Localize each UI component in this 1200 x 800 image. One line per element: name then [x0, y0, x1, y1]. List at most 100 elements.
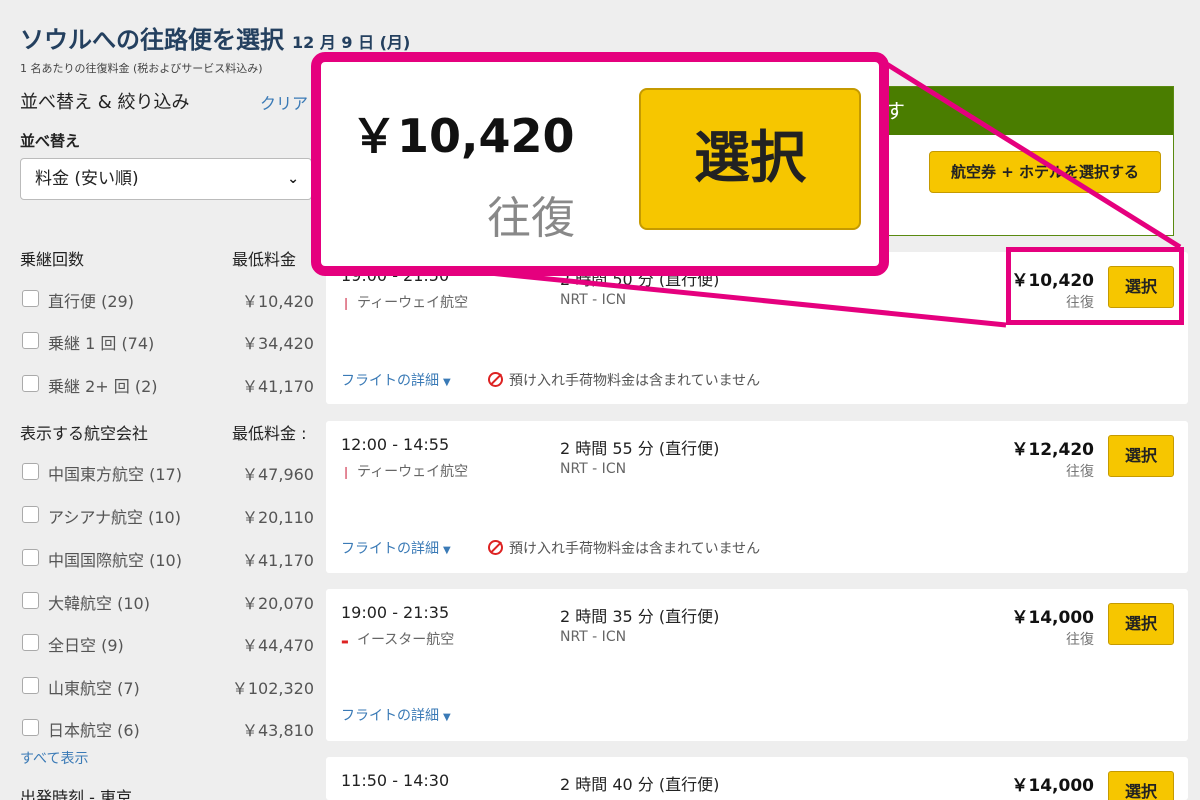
filter-stop-nonstop[interactable]: 直行便 (29) ￥10,420: [20, 286, 314, 312]
filter-airline[interactable]: 大韓航空 (10) ￥20,070: [20, 588, 314, 614]
baggage-note: 預け入れ手荷物料金は含まれていません: [488, 538, 760, 558]
checkbox[interactable]: [22, 677, 39, 694]
prohibited-icon: [488, 372, 503, 387]
filter-price: ￥41,170: [242, 377, 314, 396]
flight-details-label: フライトの詳細: [341, 708, 439, 724]
filter-label: 中国東方航空 (17): [48, 465, 182, 484]
filter-price: ￥10,420: [242, 292, 314, 311]
show-all-link[interactable]: すべて表示: [20, 748, 88, 768]
filter-stop-one[interactable]: 乗継 1 回 (74) ￥34,420: [20, 328, 314, 354]
baggage-text: 預け入れ手荷物料金は含まれていません: [509, 373, 761, 389]
flight-details-label: フライトの詳細: [341, 541, 439, 557]
filter-label: アシアナ航空 (10): [48, 508, 181, 527]
filter-price: ￥34,420: [242, 334, 314, 353]
airlines-price-heading: 最低料金 :: [232, 424, 307, 443]
trip-type: 往復: [1066, 632, 1094, 648]
sort-label: 並べ替え: [20, 132, 81, 150]
filter-price: ￥41,170: [242, 551, 314, 570]
flight-airline: ▬ イースター航空: [341, 629, 454, 649]
filter-price: ￥44,470: [242, 636, 314, 655]
filter-airline[interactable]: 全日空 (9) ￥44,470: [20, 630, 314, 656]
chevron-down-icon: ▼: [443, 377, 451, 388]
filter-price: ￥43,810: [242, 721, 314, 740]
tway-logo-icon: ❘: [341, 465, 352, 479]
flight-price: ￥14,000: [1011, 776, 1094, 796]
filter-label: 山東航空 (7): [48, 679, 140, 698]
flight-details-link[interactable]: フライトの詳細 ▼: [341, 370, 451, 390]
filter-label: 乗継 1 回 (74): [48, 334, 155, 353]
zoom-select-button: 選択: [639, 88, 861, 230]
flight-card: 19:00 - 21:35 ▬ イースター航空 2 時間 35 分 (直行便) N…: [326, 589, 1188, 741]
highlight-box: [1006, 247, 1184, 325]
flight-duration: 2 時間 35 分 (直行便): [560, 607, 720, 626]
tway-logo-icon: ❘: [341, 296, 352, 310]
flight-price: ￥14,000: [1011, 608, 1094, 628]
flight-airline: ❘ ティーウェイ航空: [341, 292, 468, 312]
filter-airline[interactable]: 中国東方航空 (17) ￥47,960: [20, 459, 314, 485]
flight-route: NRT - ICN: [560, 461, 627, 477]
filter-stop-two-plus[interactable]: 乗継 2+ 回 (2) ￥41,170: [20, 371, 314, 397]
checkbox[interactable]: [22, 463, 39, 480]
checkbox[interactable]: [22, 592, 39, 609]
checkbox[interactable]: [22, 549, 39, 566]
banner-bar: す: [861, 87, 1173, 135]
zoom-price: ￥10,420: [351, 109, 575, 163]
prohibited-icon: [488, 540, 503, 555]
sort-filter-heading: 並べ替え & 絞り込み: [20, 92, 190, 113]
baggage-note: 預け入れ手荷物料金は含まれていません: [488, 370, 760, 390]
zoom-callout: ￥10,420 往復 選択: [311, 52, 889, 276]
airline-name: ティーウェイ航空: [357, 295, 469, 311]
filter-label: 大韓航空 (10): [48, 594, 150, 613]
stops-heading: 乗継回数: [20, 250, 85, 269]
zoom-trip-type: 往復: [487, 193, 575, 244]
sort-select-value: 料金 (安い順): [35, 169, 139, 189]
flight-duration: 2 時間 40 分 (直行便): [560, 775, 720, 794]
page-title: ソウルへの往路便を選択 12 月 9 日 (月): [20, 20, 410, 55]
checkbox[interactable]: [22, 719, 39, 736]
filter-price: ￥20,110: [242, 508, 314, 527]
flight-card: 12:00 - 14:55 ❘ ティーウェイ航空 2 時間 55 分 (直行便) …: [326, 421, 1188, 573]
departure-heading: 出発時刻 - 東京: [20, 788, 132, 800]
checkbox[interactable]: [22, 332, 39, 349]
filter-airline[interactable]: 中国国際航空 (10) ￥41,170: [20, 545, 314, 571]
airlines-heading: 表示する航空会社: [20, 424, 149, 443]
checkbox[interactable]: [22, 506, 39, 523]
checkbox[interactable]: [22, 634, 39, 651]
eastar-logo-icon: ▬: [341, 637, 349, 646]
flight-time: 19:00 - 21:35: [341, 603, 450, 622]
stops-price-heading: 最低料金: [232, 250, 297, 269]
flight-details-link[interactable]: フライトの詳細 ▼: [341, 538, 451, 558]
sort-select[interactable]: 料金 (安い順) ⌄: [20, 158, 312, 200]
price-note: 1 名あたりの往復料金 (税およびサービス料込み): [20, 62, 263, 75]
flight-hotel-button[interactable]: 航空券 + ホテルを選択する: [929, 151, 1161, 193]
flight-route: NRT - ICN: [560, 629, 627, 645]
flight-card: 11:50 - 14:30 2 時間 40 分 (直行便) ￥14,000 選択: [326, 757, 1188, 800]
filter-price: ￥102,320: [231, 679, 314, 698]
airline-name: イースター航空: [357, 632, 455, 648]
chevron-down-icon: ▼: [443, 712, 451, 723]
select-button[interactable]: 選択: [1108, 771, 1174, 800]
filter-airline[interactable]: 日本航空 (6) ￥43,810: [20, 715, 314, 741]
flight-details-link[interactable]: フライトの詳細 ▼: [341, 705, 451, 725]
checkbox[interactable]: [22, 375, 39, 392]
flight-details-label: フライトの詳細: [341, 373, 439, 389]
filter-price: ￥47,960: [242, 465, 314, 484]
filter-airline[interactable]: 山東航空 (7) ￥102,320: [20, 673, 314, 699]
filter-label: 乗継 2+ 回 (2): [48, 377, 158, 396]
flight-duration: 2 時間 55 分 (直行便): [560, 439, 720, 458]
baggage-text: 預け入れ手荷物料金は含まれていません: [509, 541, 761, 557]
flight-time: 12:00 - 14:55: [341, 435, 450, 454]
filter-label: 直行便 (29): [48, 292, 134, 311]
filter-label: 全日空 (9): [48, 636, 124, 655]
filter-label: 日本航空 (6): [48, 721, 140, 740]
select-button[interactable]: 選択: [1108, 435, 1174, 477]
chevron-down-icon: ⌄: [287, 171, 299, 187]
flight-price: ￥12,420: [1011, 440, 1094, 460]
checkbox[interactable]: [22, 290, 39, 307]
filter-airline[interactable]: アシアナ航空 (10) ￥20,110: [20, 502, 314, 528]
clear-link[interactable]: クリア: [260, 90, 308, 114]
trip-type: 往復: [1066, 464, 1094, 480]
flight-time: 11:50 - 14:30: [341, 771, 450, 790]
package-banner: す 航空券 + ホテルを選択する: [860, 86, 1174, 236]
select-button[interactable]: 選択: [1108, 603, 1174, 645]
